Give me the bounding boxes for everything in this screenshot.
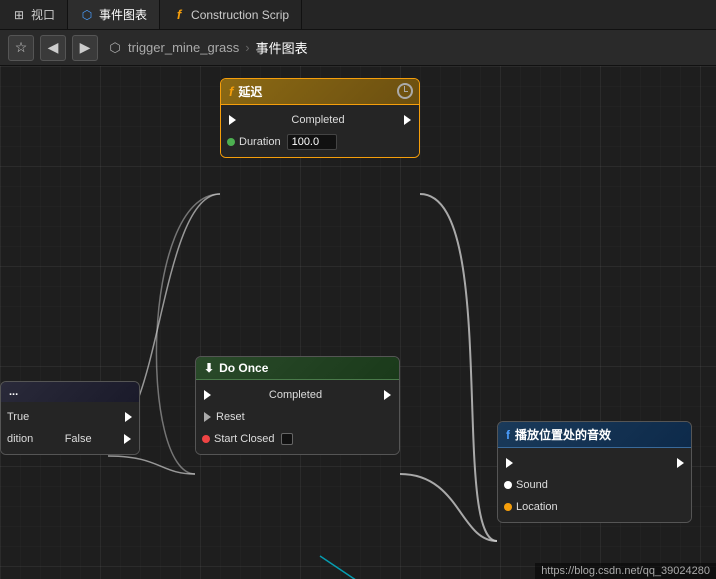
tab-view-label: 视口 <box>31 6 55 23</box>
play-sound-sound-pin <box>504 481 512 489</box>
play-sound-location-label: Location <box>516 501 558 513</box>
back-icon: ◀ <box>48 39 59 56</box>
function-icon: f <box>172 8 186 22</box>
do-once-reset-row: Reset <box>196 406 399 428</box>
play-sound-location-pin <box>504 503 512 511</box>
blueprint-canvas[interactable]: f 延迟 Completed Duration ⬇ Do Once <box>0 66 716 579</box>
view-icon: ⊞ <box>12 8 26 22</box>
toolbar: ☆ ◀ ▶ ⬡ trigger_mine_grass › 事件图表 <box>0 30 716 66</box>
delay-duration-pin <box>227 138 235 146</box>
tab-event-graph[interactable]: ⬡ 事件图表 <box>68 0 160 29</box>
node-delay-header: f 延迟 <box>221 79 419 105</box>
do-once-start-closed-checkbox[interactable] <box>281 433 293 445</box>
node-condition[interactable]: ... True dition False <box>0 381 140 455</box>
watermark-text: https://blog.csdn.net/qq_39024280 <box>541 565 710 577</box>
condition-true-row: True <box>1 406 139 428</box>
breadcrumb: ⬡ trigger_mine_grass › 事件图表 <box>108 38 308 57</box>
condition-header-label: ... <box>9 386 18 398</box>
breadcrumb-separator: › <box>245 40 249 55</box>
condition-false-row: dition False <box>1 428 139 450</box>
node-play-sound-body: Sound Location <box>498 448 691 522</box>
delay-duration-input[interactable] <box>287 134 337 150</box>
play-sound-location-row: Location <box>498 496 691 518</box>
do-once-exec-out-pin <box>383 390 393 400</box>
forward-button[interactable]: ▶ <box>72 35 98 61</box>
node-do-once-body: Completed Reset Start Closed <box>196 380 399 454</box>
delay-exec-out-pin <box>403 115 413 125</box>
tab-construction[interactable]: f Construction Scrip <box>160 0 302 29</box>
do-once-start-closed-row: Start Closed <box>196 428 399 450</box>
condition-true-pin <box>123 412 133 422</box>
play-sound-sound-label: Sound <box>516 479 548 491</box>
watermark: https://blog.csdn.net/qq_39024280 <box>535 563 716 579</box>
delay-duration-label: Duration <box>239 136 281 148</box>
node-condition-header: ... <box>1 382 139 402</box>
condition-dition-label: dition <box>7 433 33 445</box>
breadcrumb-root[interactable]: trigger_mine_grass <box>128 40 239 55</box>
do-once-exec-in-pin <box>202 390 212 400</box>
node-do-once[interactable]: ⬇ Do Once Completed Reset Start Closed <box>195 356 400 455</box>
tab-view[interactable]: ⊞ 视口 <box>0 0 68 29</box>
play-sound-exec-in-pin <box>504 458 514 468</box>
do-once-exec-row: Completed <box>196 384 399 406</box>
node-condition-body: True dition False <box>1 402 139 454</box>
bookmark-icon: ☆ <box>15 39 28 56</box>
delay-duration-row: Duration <box>221 131 419 153</box>
node-play-sound-title: 播放位置处的音效 <box>515 426 611 443</box>
node-delay[interactable]: f 延迟 Completed Duration <box>220 78 420 158</box>
back-button[interactable]: ◀ <box>40 35 66 61</box>
node-delay-title: 延迟 <box>238 83 262 100</box>
condition-false-pin <box>123 434 133 444</box>
do-once-reset-label: Reset <box>216 411 245 423</box>
do-once-start-closed-pin <box>202 435 210 443</box>
clock-icon <box>397 83 413 99</box>
delay-func-icon: f <box>229 84 233 99</box>
do-once-icon: ⬇ <box>204 361 214 375</box>
do-once-start-closed-label: Start Closed <box>214 433 275 445</box>
do-once-reset-pin <box>202 412 212 422</box>
condition-true-label: True <box>7 411 29 423</box>
delay-exec-in-pin <box>227 115 237 125</box>
delay-completed-label: Completed <box>291 114 344 126</box>
forward-icon: ▶ <box>80 39 91 56</box>
node-delay-body: Completed Duration <box>221 105 419 157</box>
play-sound-func-icon: f <box>506 428 510 442</box>
breadcrumb-current: 事件图表 <box>256 38 308 57</box>
node-play-sound[interactable]: f 播放位置处的音效 Sound Location <box>497 421 692 523</box>
play-sound-sound-row: Sound <box>498 474 691 496</box>
blueprint-icon: ⬡ <box>80 8 94 22</box>
node-do-once-header: ⬇ Do Once <box>196 357 399 380</box>
breadcrumb-icon: ⬡ <box>108 41 122 55</box>
title-bar: ⊞ 视口 ⬡ 事件图表 f Construction Scrip <box>0 0 716 30</box>
play-sound-exec-row <box>498 452 691 474</box>
node-do-once-title: Do Once <box>219 361 268 375</box>
condition-false-label: False <box>65 433 92 445</box>
play-sound-exec-out-pin <box>675 458 685 468</box>
delay-exec-row: Completed <box>221 109 419 131</box>
node-play-sound-header: f 播放位置处的音效 <box>498 422 691 448</box>
tab-event-graph-label: 事件图表 <box>99 6 147 23</box>
do-once-completed-label: Completed <box>269 389 322 401</box>
bookmark-button[interactable]: ☆ <box>8 35 34 61</box>
tab-construction-label: Construction Scrip <box>191 8 289 22</box>
